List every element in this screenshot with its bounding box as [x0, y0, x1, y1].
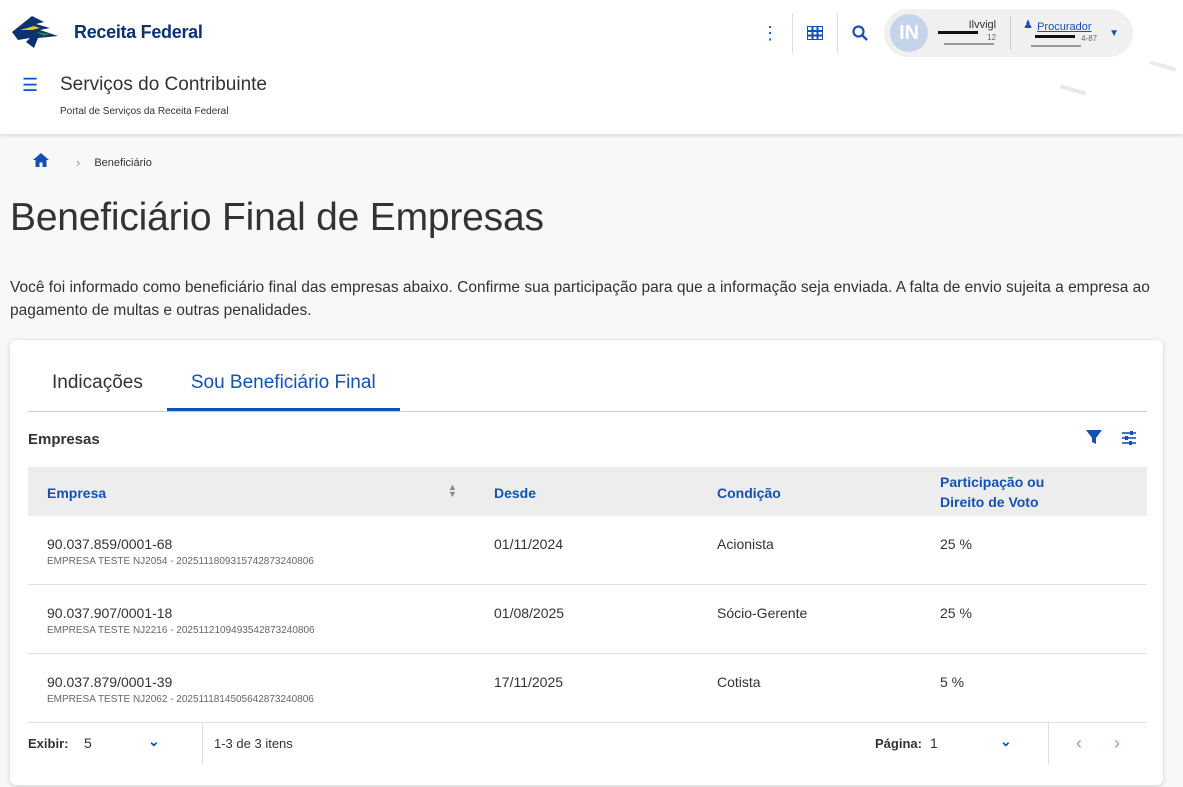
- site-header: Receita Federal ⋮ IN Ilvvigl 12 ♟ Procur…: [0, 0, 1183, 134]
- divider: [792, 13, 794, 53]
- since-date: 01/11/2024: [494, 536, 564, 552]
- receita-federal-logo-icon: [12, 16, 58, 48]
- decoration: [1149, 60, 1177, 72]
- since-date: 01/08/2025: [494, 605, 565, 621]
- brand-name: Receita Federal: [74, 21, 203, 42]
- service-subtitle: Portal de Serviços da Receita Federal: [60, 106, 229, 117]
- participation: 25 %: [940, 605, 972, 621]
- company-cnpj: 90.037.907/0001-18: [47, 605, 173, 621]
- brand-logo[interactable]: Receita Federal: [10, 12, 203, 52]
- participation: 5 %: [940, 674, 965, 690]
- items-per-page-label: Exibir:: [28, 736, 69, 751]
- filter-icon[interactable]: [1085, 428, 1103, 446]
- user-info: Ilvvigl 12: [936, 13, 1000, 53]
- caret-down-icon[interactable]: ▼: [1109, 28, 1119, 39]
- divider: [837, 13, 839, 53]
- table-row[interactable]: 90.037.859/0001-68 EMPRESA TESTE NJ2054 …: [28, 516, 1147, 585]
- avatar: IN: [890, 14, 929, 52]
- table-title: Empresas: [28, 431, 100, 448]
- chevron-left-icon[interactable]: ‹: [1076, 733, 1082, 754]
- pagination: Exibir: 5 ⌄ 1-3 de 3 itens Página: 1 ⌄ ‹…: [28, 722, 1147, 764]
- apps-grid-icon[interactable]: [799, 17, 831, 49]
- tab-indicacoes[interactable]: Indicações: [28, 366, 167, 411]
- tab-bar: Indicações Sou Beneficiário Final: [28, 366, 1147, 412]
- redaction-bar: [1035, 35, 1076, 38]
- role-label: Procurador: [1037, 21, 1092, 33]
- divider: [202, 722, 203, 764]
- item-count: 1-3 de 3 itens: [214, 736, 293, 751]
- column-header-condicao[interactable]: Condição: [717, 485, 781, 501]
- table-row[interactable]: 90.037.879/0001-39 EMPRESA TESTE NJ2062 …: [28, 654, 1147, 723]
- participation: 25 %: [940, 536, 972, 552]
- page-title: Beneficiário Final de Empresas: [10, 196, 544, 239]
- company-cnpj: 90.037.859/0001-68: [47, 536, 173, 552]
- company-name: EMPRESA TESTE NJ2054 - 20251118093157428…: [47, 556, 314, 567]
- header-actions: ⋮ IN Ilvvigl 12 ♟ Procurador 4-87 ▼: [754, 8, 1133, 58]
- divider: [1010, 16, 1012, 50]
- service-title: Serviços do Contribuinte: [60, 74, 267, 95]
- menu-icon[interactable]: ☰: [22, 76, 38, 94]
- column-header-participacao-line2[interactable]: Direito de Voto: [940, 494, 1039, 510]
- column-header-participacao-line1[interactable]: Participação ou: [940, 474, 1044, 490]
- user-id: 12: [987, 33, 997, 42]
- person-icon: ♟: [1023, 19, 1033, 31]
- column-settings-icon[interactable]: [1121, 430, 1137, 446]
- condition: Sócio-Gerente: [717, 605, 808, 621]
- user-menu[interactable]: IN Ilvvigl 12 ♟ Procurador 4-87 ▼: [884, 9, 1133, 57]
- condition: Acionista: [717, 536, 774, 552]
- user-name: Ilvvigl: [968, 19, 997, 31]
- more-options-icon[interactable]: ⋮: [754, 17, 786, 49]
- chevron-right-icon[interactable]: ›: [1114, 733, 1120, 754]
- breadcrumb: › Beneficiário: [32, 152, 152, 173]
- column-header-desde[interactable]: Desde: [494, 485, 536, 501]
- divider: [1048, 722, 1049, 764]
- company-name: EMPRESA TESTE NJ2062 - 20251118145056428…: [47, 694, 314, 705]
- page-label: Página:: [875, 736, 922, 751]
- sort-icon[interactable]: ▲ ▼: [448, 483, 457, 499]
- company-cnpj: 90.037.879/0001-39: [47, 674, 173, 690]
- redaction-bar: [1031, 45, 1082, 47]
- table-header: Empresa ▲ ▼ Desde Condição Participação o…: [28, 467, 1147, 516]
- role-info[interactable]: ♟ Procurador 4-87: [1021, 13, 1101, 53]
- role-id: 4-87: [1081, 34, 1098, 43]
- chevron-right-icon: ›: [76, 155, 81, 170]
- decoration: [1059, 84, 1087, 96]
- page-value[interactable]: 1: [930, 735, 938, 751]
- since-date: 17/11/2025: [494, 674, 564, 690]
- companies-card: Indicações Sou Beneficiário Final Empres…: [10, 340, 1163, 785]
- items-per-page-value[interactable]: 5: [84, 735, 92, 751]
- company-name: EMPRESA TESTE NJ2216 - 20251121094935428…: [47, 625, 315, 636]
- page-intro: Você foi informado como beneficiário fin…: [10, 279, 1150, 319]
- column-header-empresa[interactable]: Empresa: [47, 485, 106, 501]
- breadcrumb-current: Beneficiário: [94, 156, 152, 169]
- chevron-down-icon[interactable]: ⌄: [1000, 733, 1012, 750]
- search-icon[interactable]: [844, 17, 876, 49]
- table-row[interactable]: 90.037.907/0001-18 EMPRESA TESTE NJ2216 …: [28, 585, 1147, 654]
- redaction-bar: [944, 43, 995, 45]
- tab-sou-beneficiario-final[interactable]: Sou Beneficiário Final: [166, 366, 400, 411]
- condition: Cotista: [717, 674, 761, 690]
- home-icon[interactable]: [32, 152, 50, 173]
- redaction-bar: [938, 31, 979, 34]
- chevron-down-icon[interactable]: ⌄: [148, 733, 160, 750]
